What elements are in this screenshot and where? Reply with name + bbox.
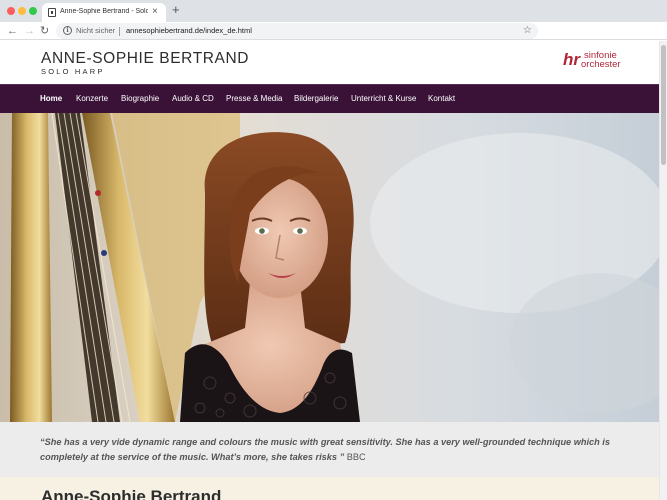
info-icon[interactable]: i [63, 26, 72, 35]
bookmark-star-icon[interactable]: ☆ [523, 24, 532, 37]
web-page: ANNE-SOPHIE BERTRAND SOLO HARP hr sinfon… [0, 41, 659, 500]
tab-close-icon[interactable]: × [152, 6, 158, 18]
harpist-portrait-image [0, 113, 659, 422]
window-maximize-button[interactable] [29, 7, 37, 15]
quote-source: BBC [346, 452, 366, 462]
browser-tab-bar: Anne-Sophie Bertrand - Solo Harp × + [0, 0, 667, 22]
back-arrow-icon[interactable]: ← [7, 23, 18, 39]
forward-arrow-icon[interactable]: → [24, 23, 35, 39]
nav-item-unterricht-kurse[interactable]: Unterricht & Kurse [351, 94, 416, 103]
address-bar[interactable]: i Nicht sicher annesophiebertrand.de/ind… [56, 23, 538, 39]
browser-toolbar: ← → ↻ i Nicht sicher annesophiebertrand.… [0, 22, 667, 40]
hero-photo [0, 113, 659, 422]
nav-item-kontakt[interactable]: Kontakt [428, 94, 455, 103]
site-header: ANNE-SOPHIE BERTRAND SOLO HARP hr sinfon… [0, 41, 659, 84]
window-close-button[interactable] [7, 7, 15, 15]
new-tab-button[interactable]: + [172, 3, 180, 17]
nav-item-bildergalerie[interactable]: Bildergalerie [294, 94, 338, 103]
address-divider [119, 27, 120, 36]
intro-section: Anne-Sophie Bertrand [0, 477, 659, 500]
site-subtitle: SOLO HARP [41, 67, 105, 76]
site-title[interactable]: ANNE-SOPHIE BERTRAND [41, 50, 249, 68]
scrollbar-thumb[interactable] [661, 45, 666, 165]
favicon-icon [48, 8, 56, 17]
nav-item-konzerte[interactable]: Konzerte [76, 94, 108, 103]
browser-tab[interactable]: Anne-Sophie Bertrand - Solo Harp × [42, 3, 166, 22]
nav-item-audio-cd[interactable]: Audio & CD [172, 94, 214, 103]
hr-sinfonieorchester-logo[interactable]: hr sinfonie orchester [563, 51, 633, 73]
quote-text: “She has a very vide dynamic range and c… [40, 437, 610, 462]
press-quote: “She has a very vide dynamic range and c… [40, 435, 630, 465]
nav-item-home[interactable]: Home [40, 94, 62, 103]
security-label[interactable]: Nicht sicher [76, 26, 115, 35]
main-navigation: Home Konzerte Biographie Audio & CD Pres… [0, 84, 659, 113]
url-text[interactable]: annesophiebertrand.de/index_de.html [126, 26, 252, 35]
reload-icon[interactable]: ↻ [40, 23, 49, 39]
section-heading: Anne-Sophie Bertrand [41, 487, 222, 500]
tab-title: Anne-Sophie Bertrand - Solo Harp [60, 8, 148, 15]
press-quote-band: “She has a very vide dynamic range and c… [0, 422, 659, 477]
logo-line2: orchester [581, 59, 621, 70]
logo-mark: hr [563, 50, 580, 69]
page-scrollbar[interactable] [659, 41, 667, 500]
window-minimize-button[interactable] [18, 7, 26, 15]
nav-item-biographie[interactable]: Biographie [121, 94, 159, 103]
nav-item-presse-media[interactable]: Presse & Media [226, 94, 282, 103]
